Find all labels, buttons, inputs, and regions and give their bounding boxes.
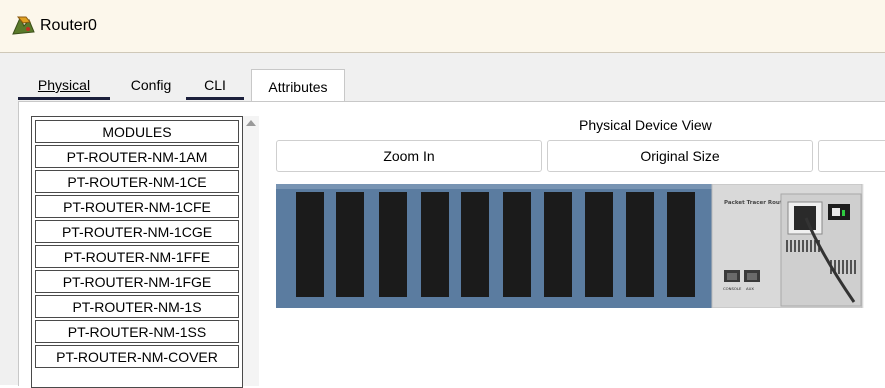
slot-8 [626,192,654,297]
slot-1 [336,192,364,297]
modules-header: MODULES [35,120,239,143]
list-item[interactable]: PT-ROUTER-NM-1CE [35,170,239,193]
modules-list[interactable]: MODULES PT-ROUTER-NM-1AM PT-ROUTER-NM-1C… [31,116,243,388]
slot-0 [296,192,324,297]
slot-9 [667,192,695,297]
tab-cli[interactable]: CLI [186,69,244,101]
list-item[interactable]: PT-ROUTER-NM-1CFE [35,195,239,218]
tab-cli-label: CLI [204,77,226,93]
physical-panel: MODULES PT-ROUTER-NM-1AM PT-ROUTER-NM-1C… [18,101,885,388]
device-view-title: Physical Device View [579,117,712,133]
router-chassis: Packet Tracer Router CONSOLE AUX [276,184,864,308]
list-item[interactable]: PT-ROUTER-NM-1CGE [35,220,239,243]
router-icon [12,16,35,35]
original-size-button[interactable]: Original Size [547,140,813,172]
tab-physical-label: Physical [37,77,91,93]
scroll-up-arrow-icon[interactable] [246,120,256,126]
console-label: CONSOLE [723,286,742,291]
zoom-out-button[interactable] [818,140,885,172]
list-item[interactable]: PT-ROUTER-NM-1SS [35,320,239,343]
tab-attributes[interactable]: Attributes [251,69,345,103]
aux-label: AUX [746,286,754,291]
tab-config-label: Config [130,77,172,93]
modules-scrollbar[interactable] [243,116,259,386]
slot-6 [544,192,572,297]
slot-3 [421,192,449,297]
list-item[interactable]: PT-ROUTER-NM-COVER [35,345,239,368]
chassis-label: Packet Tracer Router [724,200,789,206]
slot-2 [379,192,407,297]
tab-config[interactable]: Config [122,69,180,101]
tab-physical[interactable]: Physical [18,69,110,101]
content-area: Physical Config CLI Attributes MODULES P… [0,53,885,388]
slot-5 [503,192,531,297]
console-port[interactable] [724,270,740,282]
power-supply [780,193,862,307]
list-item[interactable]: PT-ROUTER-NM-1AM [35,145,239,168]
zoom-in-button[interactable]: Zoom In [276,140,542,172]
slot-4 [461,192,489,297]
slot-7 [585,192,613,297]
window-title: Router0 [40,17,97,34]
tab-attributes-label: Attributes [268,78,328,95]
title-bar: Router0 [0,0,885,53]
list-item[interactable]: PT-ROUTER-NM-1FFE [35,245,239,268]
aux-port[interactable] [744,270,760,282]
list-item[interactable]: PT-ROUTER-NM-1S [35,295,239,318]
list-item[interactable]: PT-ROUTER-NM-1FGE [35,270,239,293]
